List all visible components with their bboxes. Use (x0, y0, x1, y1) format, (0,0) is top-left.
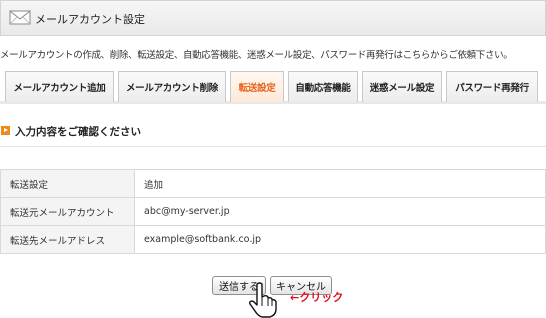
mail-envelope-icon (9, 10, 31, 25)
row-value: abc@my-server.jp (134, 197, 546, 226)
tab-spam-settings[interactable]: 迷惑メール設定 (362, 71, 442, 102)
row-label: 転送設定 (0, 169, 135, 198)
tab-password-reissue[interactable]: パスワード再発行 (446, 71, 538, 102)
tab-auto-reply[interactable]: 自動応答機能 (288, 71, 358, 102)
pointer-hand-icon (249, 282, 277, 318)
row-value: 追加 (134, 169, 546, 198)
table-row: 転送先メールアドレス example@softbank.co.jp (0, 225, 546, 254)
table-row: 転送設定 追加 (0, 169, 546, 198)
tab-bar: メールアカウント追加 メールアカウント削除 転送設定 自動応答機能 迷惑メール設… (0, 71, 546, 104)
tab-forwarding[interactable]: 転送設定 (230, 71, 284, 102)
bullet-arrow-icon (1, 126, 10, 135)
page-title: メールアカウント設定 (35, 13, 145, 26)
divider (0, 146, 546, 147)
row-label: 転送元メールアカウント (0, 197, 135, 226)
confirm-table: 転送設定 追加 転送元メールアカウント abc@my-server.jp 転送先… (0, 169, 546, 254)
tab-delete-account[interactable]: メールアカウント削除 (118, 71, 226, 102)
section-title: 入力内容をご確認ください (15, 126, 141, 138)
tab-add-account[interactable]: メールアカウント追加 (5, 71, 114, 102)
page-header: メールアカウント設定 (0, 0, 546, 36)
click-annotation: ←クリック (290, 291, 344, 304)
table-row: 転送元メールアカウント abc@my-server.jp (0, 197, 546, 226)
page-description: メールアカウントの作成、削除、転送設定、自動応答機能、迷惑メール設定、パスワード… (0, 50, 513, 61)
row-label: 転送先メールアドレス (0, 225, 135, 254)
row-value: example@softbank.co.jp (134, 225, 546, 254)
